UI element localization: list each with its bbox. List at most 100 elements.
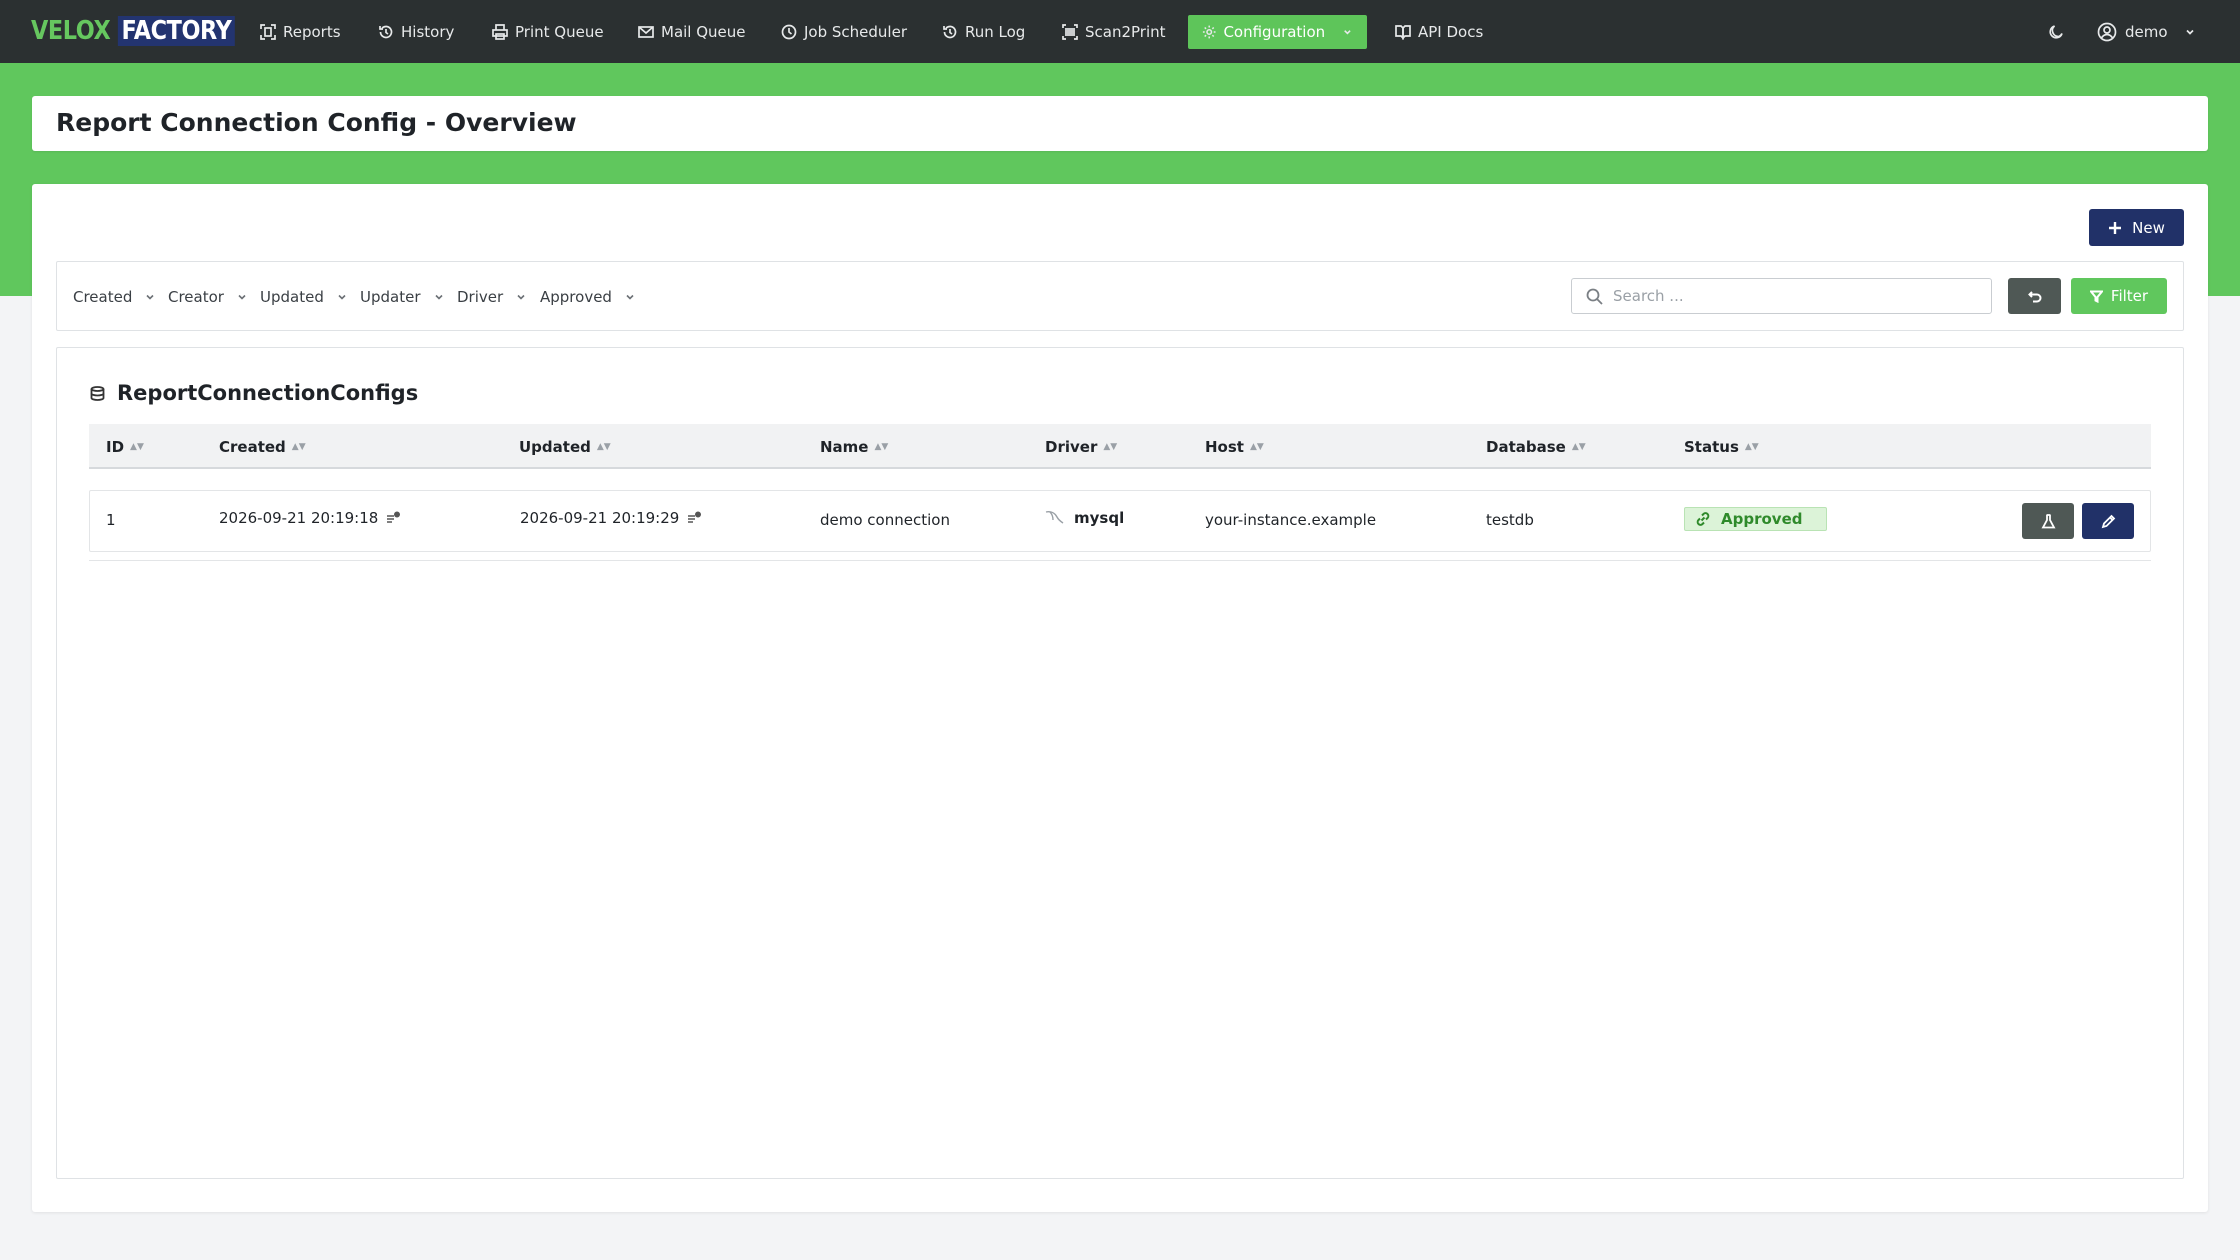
history-list-icon[interactable] [386, 511, 401, 525]
filter-dropdown-creator[interactable]: Creator [168, 288, 248, 306]
column-header-label: Created [219, 438, 286, 456]
nav-item-label: Run Log [965, 23, 1026, 41]
filter-dropdown-updater[interactable]: Updater [360, 288, 445, 306]
new-button-label: New [2132, 218, 2165, 237]
column-header-name[interactable]: Name ▲▼ [820, 438, 888, 456]
column-header-label: Updated [519, 438, 591, 456]
nav-item-job-scheduler[interactable]: Job Scheduler [781, 15, 907, 49]
cell-driver-text: mysql [1074, 509, 1125, 527]
filter-dropdown-label: Created [73, 288, 133, 306]
table-title-text: ReportConnectionConfigs [117, 381, 419, 405]
nav-item-history[interactable]: History [378, 15, 454, 49]
reset-filter-button[interactable] [2008, 278, 2061, 314]
moon-icon [2049, 25, 2063, 39]
logo-text-secondary: FACTORY [118, 16, 235, 46]
chevron-down-icon [338, 294, 346, 300]
nav-item-label: API Docs [1418, 23, 1484, 41]
app-logo[interactable]: VELOX FACTORY [31, 14, 235, 48]
table-divider [89, 560, 2151, 561]
table-header: ID ▲▼ Created ▲▼ Updated ▲▼ Name ▲▼ Driver ▲▼… [89, 424, 2151, 469]
column-header-label: Database [1486, 438, 1566, 456]
nav-item-run-log[interactable]: Run Log [942, 15, 1025, 49]
theme-toggle-button[interactable] [2048, 15, 2064, 49]
nav-item-label: History [401, 23, 455, 41]
filter-dropdown-created[interactable]: Created [73, 288, 156, 306]
filter-dropdown-approved[interactable]: Approved [540, 288, 636, 306]
pencil-icon [2101, 514, 2115, 528]
mail-icon [638, 26, 654, 38]
chevron-down-icon [517, 294, 525, 300]
cell-database: testdb [1486, 511, 1534, 529]
filter-button-label: Filter [2110, 287, 2149, 305]
user-circle-icon [2097, 22, 2117, 42]
book-icon [1395, 25, 1411, 40]
column-header-label: Status [1684, 438, 1739, 456]
filter-dropdown-driver[interactable]: Driver [457, 288, 527, 306]
chevron-down-icon [238, 294, 246, 300]
sort-icon: ▲▼ [130, 442, 144, 452]
search-input[interactable] [1613, 287, 1973, 305]
new-button[interactable]: New [2089, 209, 2184, 246]
gear-icon [1202, 25, 1216, 39]
edit-button[interactable] [2082, 503, 2134, 539]
nav-item-api-docs[interactable]: API Docs [1395, 15, 1483, 49]
chevron-down-icon [434, 294, 443, 300]
link-icon [1696, 512, 1710, 526]
sort-icon: ▲▼ [1571, 442, 1586, 452]
printer-icon [492, 24, 508, 40]
cell-created: 2026-09-21 20:19:18 [219, 509, 401, 527]
filter-dropdown-label: Updated [260, 288, 324, 306]
barcode-icon [1062, 24, 1078, 40]
column-header-status[interactable]: Status ▲▼ [1684, 438, 1759, 456]
chevron-down-icon [626, 294, 634, 300]
filter-dropdown-updated[interactable]: Updated [260, 288, 348, 306]
search-box [1571, 278, 1992, 314]
database-icon [90, 385, 105, 401]
column-header-id[interactable]: ID ▲▼ [106, 438, 144, 456]
mysql-dolphin-icon [1045, 511, 1064, 524]
column-header-host[interactable]: Host ▲▼ [1205, 438, 1264, 456]
nav-item-label: Reports [283, 23, 341, 41]
cell-id: 1 [106, 511, 116, 529]
logo-text-primary: VELOX [31, 16, 111, 46]
chevron-down-icon [146, 294, 154, 300]
clock-icon [781, 24, 797, 40]
test-connection-button[interactable] [2022, 503, 2074, 539]
page-title: Report Connection Config - Overview [56, 108, 577, 137]
sort-icon: ▲▼ [1103, 442, 1118, 452]
top-navbar: VELOX FACTORY Reports History Print Queu… [0, 0, 2240, 63]
cell-updated: 2026-09-21 20:19:29 [520, 509, 702, 527]
nav-item-scan2print[interactable]: Scan2Print [1062, 15, 1166, 49]
nav-item-label: Job Scheduler [804, 23, 907, 41]
cell-updated-text: 2026-09-21 20:19:29 [520, 509, 680, 527]
column-header-updated[interactable]: Updated ▲▼ [519, 438, 611, 456]
status-badge: Approved [1684, 507, 1827, 531]
filter-dropdown-label: Driver [457, 288, 504, 306]
page-title-card: Report Connection Config - Overview [32, 96, 2208, 151]
nav-item-label: Mail Queue [661, 23, 746, 41]
filter-dropdown-label: Updater [360, 288, 421, 306]
sort-icon: ▲▼ [874, 442, 889, 452]
column-header-label: Host [1205, 438, 1244, 456]
column-header-label: Driver [1045, 438, 1098, 456]
flask-icon [2041, 513, 2055, 528]
column-header-created[interactable]: Created ▲▼ [219, 438, 306, 456]
nav-item-print-queue[interactable]: Print Queue [492, 15, 604, 49]
column-header-database[interactable]: Database ▲▼ [1486, 438, 1586, 456]
funnel-icon [2089, 290, 2103, 303]
column-header-label: ID [106, 438, 125, 456]
nav-item-label: Print Queue [515, 23, 604, 41]
filter-button[interactable]: Filter [2071, 278, 2167, 314]
nav-item-reports[interactable]: Reports [260, 15, 341, 49]
sort-icon: ▲▼ [291, 442, 306, 452]
scan-frame-icon [260, 24, 276, 40]
undo-icon [2027, 291, 2041, 303]
nav-item-label: Scan2Print [1085, 23, 1166, 41]
nav-item-mail-queue[interactable]: Mail Queue [638, 15, 746, 49]
cell-host: your-instance.example [1205, 511, 1377, 529]
history-list-icon[interactable] [687, 511, 702, 525]
nav-item-label: Configuration [1223, 23, 1326, 41]
column-header-driver[interactable]: Driver ▲▼ [1045, 438, 1117, 456]
nav-item-configuration[interactable]: Configuration [1188, 15, 1367, 49]
user-menu[interactable]: demo [2097, 15, 2196, 49]
